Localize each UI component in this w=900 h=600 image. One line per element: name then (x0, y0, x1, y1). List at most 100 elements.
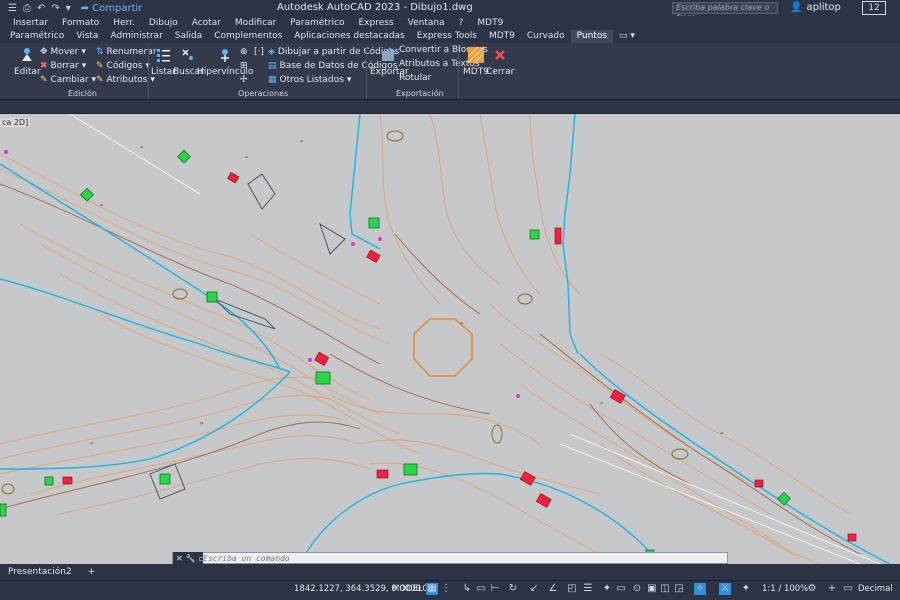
selection-cycling-icon[interactable]: ▭ (615, 583, 627, 595)
redo-icon[interactable]: ↷ (51, 3, 59, 14)
renumerar-label: Renumerar (106, 47, 157, 57)
renumber-icon: ⇅ (96, 47, 104, 57)
menu-ventana[interactable]: Ventana (401, 16, 452, 30)
infer-constraints-icon[interactable]: ↳ (461, 583, 473, 595)
user-icon: 👤 (790, 2, 803, 13)
tool-icon-b[interactable]: ⊞ (240, 61, 248, 71)
editar-button[interactable]: Editar (14, 46, 41, 77)
undo-icon[interactable]: ↶ (37, 3, 45, 14)
drawing-canvas[interactable]: pt pt pt pt pt pt pt pt pt (0, 114, 900, 564)
annotation-visibility-icon[interactable]: ✧ (694, 583, 706, 595)
annotation-scale-icon[interactable]: ⚔ (719, 583, 731, 595)
menu-herr[interactable]: Herr. (106, 16, 142, 30)
panel-label-edicion: Edición (68, 89, 97, 98)
object-snap-icon[interactable]: ◰ (566, 583, 578, 595)
units-readout[interactable]: Decimal (858, 584, 893, 594)
command-line: ✕ 🔧 ▭ (172, 552, 728, 564)
add-layout-icon[interactable]: + (80, 567, 104, 577)
red-points[interactable] (62, 171, 857, 542)
object-snap-tracking-icon[interactable]: ∠ (547, 583, 559, 595)
snap-icon[interactable]: ⋮ (440, 583, 452, 595)
close-icon (495, 50, 506, 60)
panel-divider (458, 47, 459, 99)
search-input[interactable]: Escriba palabra clave o frase (672, 2, 778, 22)
road-edges (0, 114, 891, 564)
grid-tool-icon: ⊞ (240, 61, 248, 71)
tab-express-tools[interactable]: Express Tools (411, 30, 483, 43)
tab-salida[interactable]: Salida (169, 30, 208, 43)
layout-tab-presentacion2[interactable]: Presentación2 (0, 567, 80, 577)
status-menu-icon[interactable]: ▭ (842, 583, 854, 595)
cambiar-button[interactable]: ✎ Cambiar ▾ (40, 75, 96, 85)
menu-bar: Insertar Formato Herr. Dibujo Acotar Mod… (0, 16, 900, 30)
workspace-gear-icon[interactable]: ⚙ (806, 583, 818, 595)
menu-help[interactable]: ? (452, 16, 471, 30)
tab-overflow-icon[interactable]: ▭ ▾ (613, 30, 641, 43)
panel-label-exportacion: Exportación (396, 89, 444, 98)
model-space-button[interactable]: MODELO (392, 584, 429, 594)
wrench-icon[interactable]: 🔧 (186, 554, 196, 563)
share-label: Compartir (92, 2, 143, 14)
hyperlink-icon (221, 49, 230, 62)
isometric-icon[interactable]: ↙ (528, 583, 540, 595)
list-icon (157, 49, 171, 62)
selection-filter-icon[interactable]: ◫ (659, 583, 671, 595)
borrar-button[interactable]: ✖ Borrar ▾ (40, 61, 86, 71)
erase-icon: ✖ (40, 61, 48, 71)
mover-button[interactable]: ✥ Mover ▾ (40, 47, 86, 57)
drawing-svg[interactable]: pt pt pt pt pt pt pt pt pt (0, 114, 900, 564)
menu-dibujo[interactable]: Dibujo (142, 16, 185, 30)
svg-text:pt: pt (100, 203, 104, 207)
notifications-badge[interactable]: 12 (862, 1, 886, 15)
cerrar-button[interactable]: Cerrar (486, 46, 514, 77)
close-icon[interactable]: ✕ (176, 554, 183, 563)
polar-tracking-icon[interactable]: ↻ (507, 583, 519, 595)
gizmo-icon[interactable]: ◲ (673, 583, 685, 595)
menu-insertar[interactable]: Insertar (6, 16, 55, 30)
tool-icon-a[interactable]: ⊕ (240, 47, 248, 57)
chevron-down-icon: ▾ (81, 47, 86, 57)
menu-express[interactable]: Express (352, 16, 401, 30)
tab-parametrico[interactable]: Paramétrico (4, 30, 70, 43)
tab-aplicaciones[interactable]: Aplicaciones destacadas (288, 30, 410, 43)
share-button[interactable]: ➦ Compartir (81, 3, 143, 14)
ortho-icon[interactable]: ⊢ (489, 583, 501, 595)
menu-parametrico[interactable]: Paramétrico (283, 16, 351, 30)
menu-modificar[interactable]: Modificar (228, 16, 283, 30)
dynamic-ucs-icon[interactable]: ▣ (646, 583, 658, 595)
menu-icon[interactable]: ☰ (8, 3, 17, 14)
grid-icon[interactable]: ▦ (426, 583, 438, 595)
annotation-scale-readout[interactable]: 1:1 / 100% (762, 584, 808, 594)
lineweight-icon[interactable]: ☰ (582, 583, 594, 595)
tool-icon-c[interactable]: ✢ (240, 75, 248, 85)
print-icon[interactable]: ⎙ (23, 3, 31, 14)
dynamic-input-icon[interactable]: ▭ (475, 583, 487, 595)
cambiar-label: Cambiar (50, 75, 89, 85)
tab-curvado[interactable]: Curvado (521, 30, 571, 43)
edit-icon (22, 48, 33, 61)
otros-listados-button[interactable]: ▦ Otros Listados ▾ (268, 75, 351, 85)
green-points[interactable] (0, 149, 791, 559)
rotular-button[interactable]: Rotular (399, 73, 431, 83)
menu-mdt9[interactable]: MDT9 (470, 16, 510, 30)
auto-scale-icon[interactable]: ✦ (740, 583, 752, 595)
menu-acotar[interactable]: Acotar (185, 16, 228, 30)
tab-administrar[interactable]: Administrar (104, 30, 168, 43)
dropdown-icon[interactable]: ▾ (66, 3, 71, 14)
tab-complementos[interactable]: Complementos (208, 30, 288, 43)
annotation-monitor-icon[interactable]: + (826, 583, 838, 595)
tab-puntos[interactable]: Puntos (570, 30, 614, 43)
menu-formato[interactable]: Formato (55, 16, 106, 30)
transparency-icon[interactable]: ✦ (601, 583, 613, 595)
codigos-button[interactable]: ✎Códigos▾ (96, 61, 150, 71)
viewport-label[interactable]: ca 2D] (0, 118, 31, 127)
roundabout-octagon (413, 318, 473, 377)
atributos-label: Atributos (106, 75, 148, 85)
user-menu[interactable]: 👤 aplitop (790, 2, 841, 13)
3d-osnap-icon[interactable]: ⊙ (631, 583, 643, 595)
tab-vista[interactable]: Vista (70, 30, 104, 43)
command-input[interactable] (203, 553, 703, 563)
atributos-button[interactable]: ✎ Atributos ▾ (96, 75, 155, 85)
tool-icon-d[interactable]: [·] (254, 47, 264, 57)
tab-mdt9[interactable]: MDT9 (483, 30, 521, 43)
